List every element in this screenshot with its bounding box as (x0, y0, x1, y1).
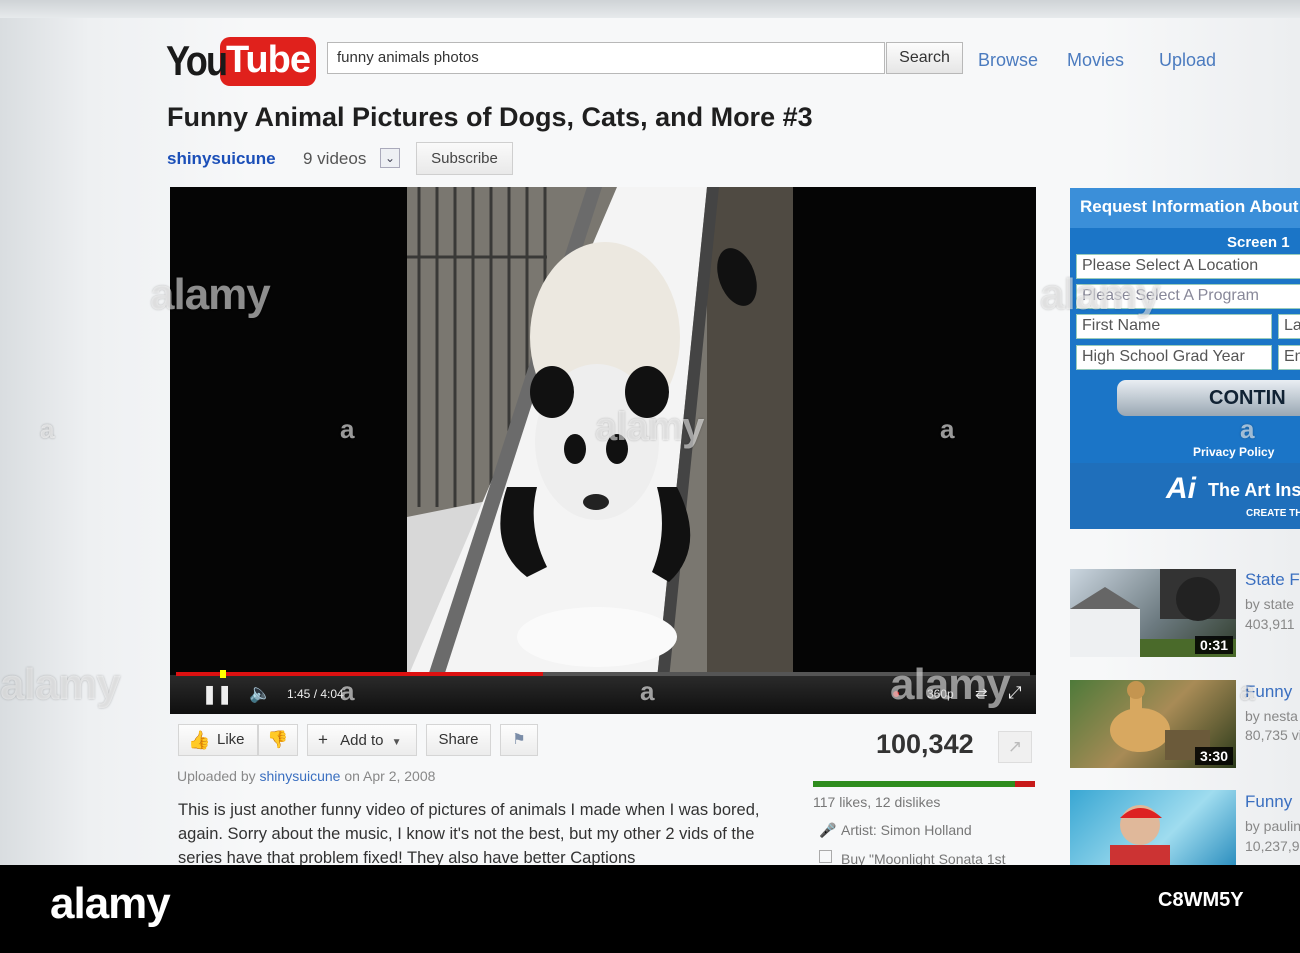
rating-like-fill (813, 781, 1016, 787)
email-field[interactable]: Em (1278, 345, 1300, 370)
flag-button[interactable]: ⚑ (500, 724, 538, 756)
video-description: This is just another funny video of pict… (178, 801, 760, 865)
nav-movies[interactable]: Movies (1067, 50, 1124, 71)
likes-dislikes: 117 likes, 12 dislikes (813, 794, 941, 810)
watermark-logo: alamy (595, 405, 704, 449)
watermark-logo: alamy (890, 660, 1011, 709)
upload-date: on Apr 2, 2008 (344, 768, 436, 784)
like-label: Like (217, 731, 245, 748)
pool-image (1110, 805, 1170, 865)
related-title[interactable]: Funny (1245, 792, 1292, 812)
watermark-glyph: a (640, 676, 655, 706)
ad-screen-label: Screen 1 (1227, 234, 1290, 251)
watermark-glyph: a (340, 414, 355, 444)
related-thumbnail[interactable]: 3:30 (1070, 680, 1236, 768)
plus-icon: + (318, 730, 328, 749)
watermark-glyph: a (1240, 676, 1255, 706)
stats-icon: ↗ (1007, 737, 1023, 756)
watermark-glyph: a (940, 414, 955, 444)
watermark-logo: alamy (1040, 270, 1161, 319)
related-thumbnail[interactable]: 0:31 (1070, 569, 1236, 657)
related-duration: 3:30 (1194, 747, 1233, 765)
logo-you: You (166, 37, 228, 84)
like-button[interactable]: 👍 Like (178, 724, 258, 756)
stats-button[interactable]: ↗ (998, 731, 1032, 763)
channel-link[interactable]: shinysuicune (167, 149, 276, 169)
nav-browse[interactable]: Browse (978, 50, 1038, 71)
watermark-logo: alamy (0, 660, 121, 709)
time-display: 1:45 / 4:04 (287, 687, 344, 701)
caret-down-icon: ▼ (391, 737, 402, 748)
dislike-button[interactable]: 👎 (258, 724, 298, 756)
related-views: 403,911 (1245, 616, 1295, 632)
video-title: Funny Animal Pictures of Dogs, Cats, and… (167, 102, 813, 132)
microphone-icon: 🎤 (819, 822, 837, 838)
related-uploader: by paulin (1245, 818, 1300, 834)
related-title[interactable]: State F (1245, 570, 1300, 590)
buy-link[interactable]: Buy "Moonlight Sonata 1st (841, 851, 1006, 865)
buffer-marker (220, 670, 226, 678)
watermark-glyph: a (340, 676, 355, 706)
search-input[interactable]: funny animals photos (327, 42, 885, 74)
add-to-label: Add to (340, 732, 384, 749)
youtube-logo[interactable]: You Tube (166, 34, 316, 88)
video-player[interactable]: ❚❚ 🔈 1:45 / 4:04 ● 360p ⇄ ⤢ (170, 187, 1036, 714)
uploaded-prefix: Uploaded by (177, 768, 256, 784)
ad-panel[interactable]: Request Information About Screen 1 Pleas… (1070, 188, 1300, 529)
volume-icon[interactable]: 🔈 (249, 683, 271, 704)
uploaded-by: Uploaded by shinysuicune on Apr 2, 2008 (177, 768, 435, 784)
related-views: 80,735 vi (1245, 727, 1300, 743)
grad-year-field[interactable]: High School Grad Year (1076, 345, 1272, 370)
artist-credit[interactable]: Artist: Simon Holland (841, 822, 972, 838)
art-institute-logo-mark: Ai (1166, 472, 1196, 505)
last-name-field[interactable]: La (1278, 314, 1300, 339)
flag-icon: ⚑ (512, 731, 526, 748)
ad-heading: Request Information About (1070, 188, 1300, 228)
cart-icon (819, 850, 832, 863)
logo-tube: Tube (220, 36, 316, 86)
stock-image-id: C8WM5Y (1158, 889, 1244, 911)
related-duration: 0:31 (1194, 636, 1233, 654)
thumbs-up-icon: 👍 (188, 730, 211, 750)
pause-icon[interactable]: ❚❚ (202, 684, 232, 705)
view-count: 100,342 (876, 729, 974, 759)
add-to-button[interactable]: + Add to ▼ (307, 724, 417, 756)
art-institute-name: The Art Ins (1208, 480, 1300, 500)
monitor-screen: You Tube funny animals photos Search Bro… (0, 0, 1300, 865)
share-label: Share (438, 731, 479, 748)
related-thumbnail[interactable] (1070, 790, 1236, 865)
search-button[interactable]: Search (886, 42, 963, 74)
alamy-logo: alamy (50, 879, 171, 928)
related-uploader: by state (1245, 596, 1295, 612)
uploader-link[interactable]: shinysuicune (260, 768, 341, 784)
continue-button[interactable]: CONTIN (1117, 380, 1300, 416)
thumbs-down-icon: 👎 (267, 730, 289, 749)
watermark-glyph: a (40, 414, 55, 444)
ad-tagline: CREATE TH (1246, 508, 1300, 519)
screen-bezel (0, 0, 1300, 18)
watermark-logo: alamy (150, 270, 271, 319)
related-uploader: by nesta (1245, 708, 1298, 724)
video-count: 9 videos (303, 149, 367, 168)
share-button[interactable]: Share (426, 724, 491, 756)
fullscreen-icon[interactable]: ⤢ (1008, 683, 1022, 703)
nav-upload[interactable]: Upload (1159, 50, 1216, 71)
chevron-down-icon[interactable]: ⌄ (380, 148, 400, 168)
progress-fill (176, 672, 544, 676)
subscribe-button[interactable]: Subscribe (416, 142, 513, 175)
watermark-glyph: a (1240, 414, 1255, 444)
related-views: 10,237,9 (1245, 838, 1300, 854)
rating-bar (813, 781, 1035, 787)
stock-footer: alamy C8WM5Y (0, 865, 1300, 953)
privacy-policy-link[interactable]: Privacy Policy (1193, 445, 1274, 459)
